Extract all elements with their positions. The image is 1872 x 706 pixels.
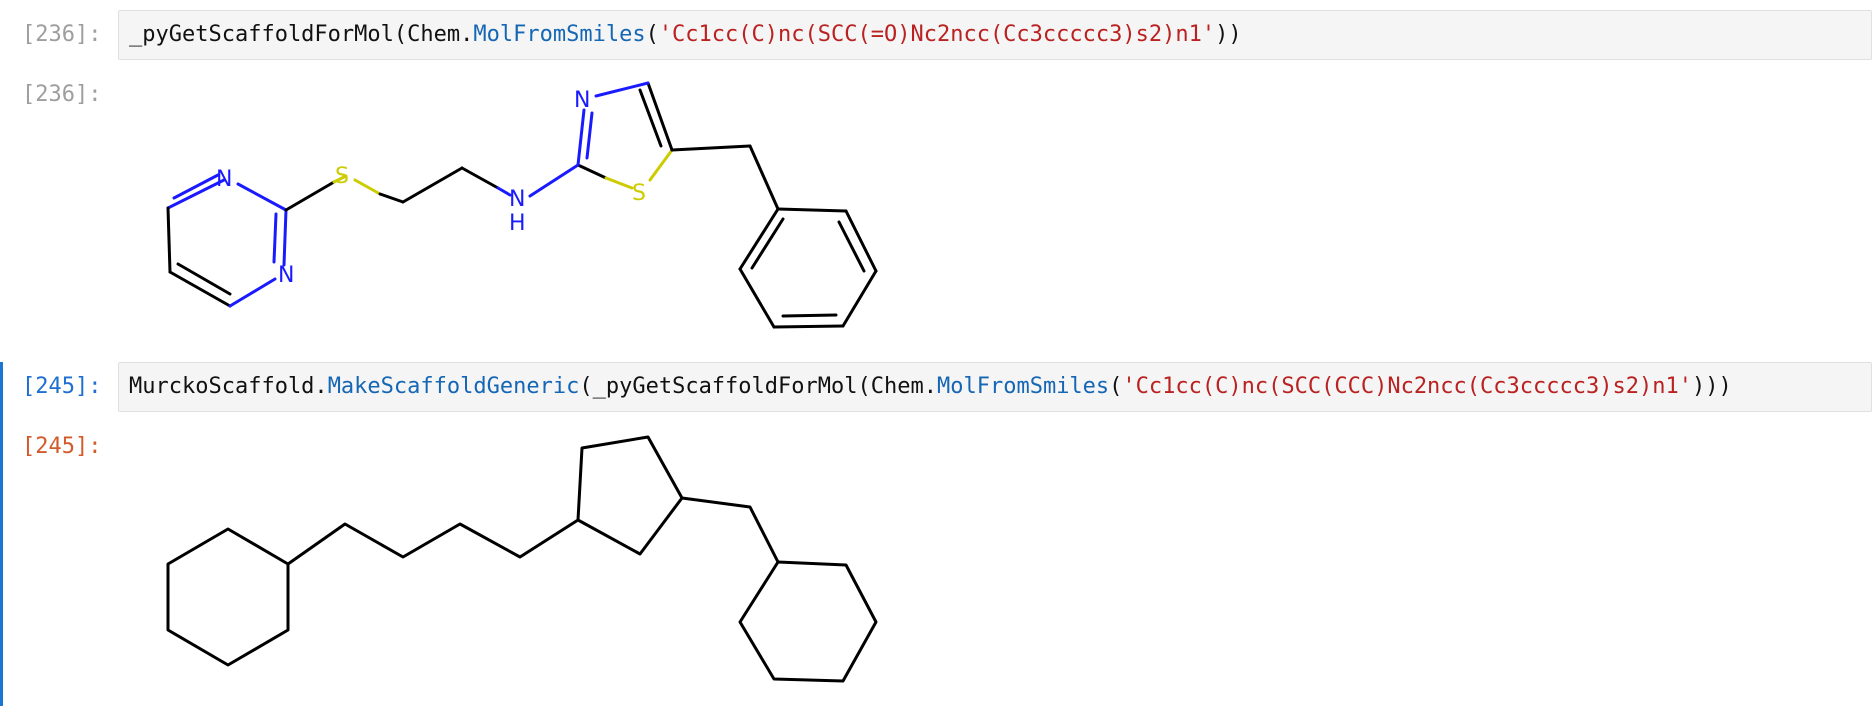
- atom-label-n: N: [278, 263, 294, 288]
- atom-label-s: S: [335, 164, 349, 189]
- code-token: )): [1215, 22, 1242, 47]
- code-string-token: 'Cc1cc(C)nc(SCC(CCC)Nc2ncc(Cc3ccccc3)s2)…: [1122, 374, 1692, 399]
- code-token: ))): [1691, 374, 1732, 399]
- atom-label-n: N: [509, 187, 525, 212]
- code-token: (: [1109, 374, 1123, 399]
- notebook-cell-245[interactable]: [245]: MurckoScaffold.MakeScaffoldGeneri…: [0, 352, 1872, 706]
- molecule-structure-image: N N S N H N S: [166, 81, 878, 329]
- atom-label-h: H: [509, 211, 526, 236]
- scaffold-structure-image: [166, 435, 878, 683]
- atom-label-s: S: [632, 181, 646, 206]
- atom-label-n: N: [574, 88, 590, 113]
- atom-label-n: N: [216, 167, 232, 192]
- notebook-cell-236[interactable]: [236]: _pyGetScaffoldForMol(Chem.MolFrom…: [0, 0, 1872, 350]
- code-function-token: MolFromSmiles: [936, 374, 1110, 399]
